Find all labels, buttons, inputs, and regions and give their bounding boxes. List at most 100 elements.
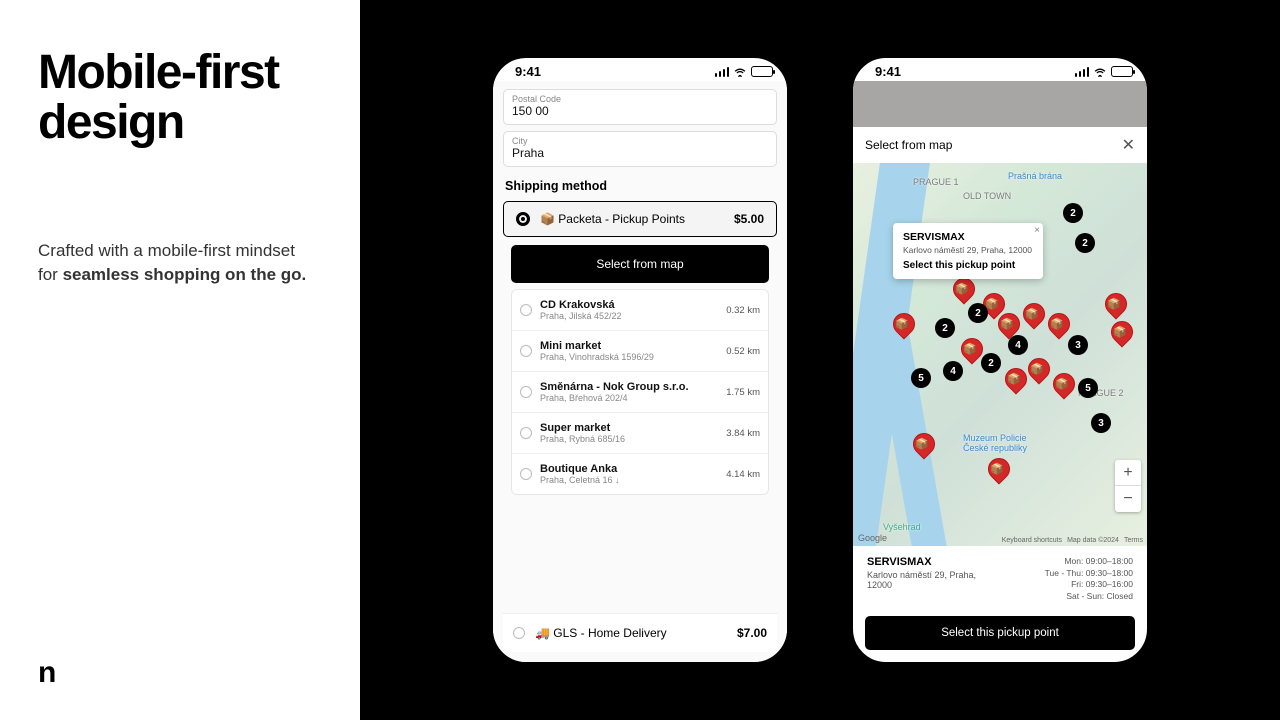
popup-title: SERVISMAX: [903, 231, 1033, 243]
map-cluster[interactable]: 2: [968, 303, 988, 323]
pickup-name: Boutique Anka: [540, 463, 718, 475]
selected-addr: Karlovo náměstí 29, Praha, 12000: [867, 570, 997, 590]
selected-name: SERVISMAX: [867, 556, 997, 568]
pickup-dist: 1.75 km: [726, 387, 760, 398]
wifi-icon: [1093, 67, 1107, 77]
radio-selected-icon: [516, 212, 530, 226]
city-value: Praha: [512, 146, 768, 160]
status-icons: [1075, 66, 1134, 77]
keyboard-shortcuts[interactable]: Keyboard shortcuts: [1002, 537, 1062, 544]
select-pickup-button[interactable]: Select this pickup point: [865, 616, 1135, 650]
map-modal-header: Select from map ✕: [853, 127, 1147, 163]
radio-empty-icon: [520, 345, 532, 357]
map-marker-icon[interactable]: [1018, 298, 1049, 329]
pickup-addr: Praha, Rybná 685/16: [540, 434, 718, 444]
status-bar: 9:41: [493, 58, 787, 81]
battery-icon: [1111, 66, 1133, 77]
map-cluster[interactable]: 4: [943, 361, 963, 381]
hours-row: Sat - Sun: Closed: [1045, 591, 1133, 602]
city-field[interactable]: City Praha: [503, 131, 777, 167]
pickup-item[interactable]: Super marketPraha, Rybná 685/16 3.84 km: [512, 413, 768, 454]
signal-icon: [1075, 67, 1090, 77]
map-label: Vyšehrad: [883, 522, 921, 532]
pickup-dist: 4.14 km: [726, 469, 760, 480]
pickup-name: Super market: [540, 422, 718, 434]
zoom-in-button[interactable]: +: [1115, 460, 1141, 486]
map-modal-title: Select from map: [865, 138, 952, 152]
map-label: Prašná brána: [1008, 171, 1062, 181]
map-cluster[interactable]: 5: [911, 368, 931, 388]
shipping-option-packeta[interactable]: 📦 Packeta - Pickup Points $5.00: [503, 201, 777, 237]
map-popup: × SERVISMAX Karlovo náměstí 29, Praha, 1…: [893, 223, 1043, 279]
map-label: PRAGUE 1: [913, 177, 959, 187]
pickup-addr: Praha, Jilská 452/22: [540, 311, 718, 321]
popup-addr: Karlovo náměstí 29, Praha, 12000: [903, 245, 1033, 255]
map-cluster[interactable]: 4: [1008, 335, 1028, 355]
right-panel: 9:41 Postal Code 150 00 City Praha Shipp…: [360, 0, 1280, 720]
shipping-method-title: Shipping method: [505, 179, 777, 193]
pickup-dist: 0.32 km: [726, 305, 760, 316]
city-label: City: [512, 136, 768, 146]
map-marker-icon[interactable]: [1100, 288, 1131, 319]
map-marker-icon[interactable]: [1023, 353, 1054, 384]
shipping-option-gls[interactable]: 🚚 GLS - Home Delivery $7.00: [503, 613, 777, 652]
map-cluster[interactable]: 5: [1078, 378, 1098, 398]
pickup-name: Mini market: [540, 340, 718, 352]
map-label: OLD TOWN: [963, 191, 1011, 201]
postal-code-field[interactable]: Postal Code 150 00: [503, 89, 777, 125]
opening-hours: Mon: 09:00–18:00 Tue - Thu: 09:30–18:00 …: [1045, 556, 1133, 602]
popup-select-link[interactable]: Select this pickup point: [903, 260, 1033, 271]
pickup-item[interactable]: Mini marketPraha, Vinohradská 1596/29 0.…: [512, 331, 768, 372]
map-cluster[interactable]: 2: [935, 318, 955, 338]
selected-pickup-info: SERVISMAX Karlovo náměstí 29, Praha, 120…: [853, 546, 1147, 612]
map-cluster[interactable]: 2: [981, 353, 1001, 373]
map-marker-icon[interactable]: [983, 453, 1014, 484]
packeta-price: $5.00: [734, 212, 764, 226]
gls-price: $7.00: [737, 626, 767, 640]
map-cluster[interactable]: 2: [1075, 233, 1095, 253]
map-marker-icon[interactable]: [1048, 368, 1079, 399]
desc-bold: seamless shopping on the go.: [63, 265, 307, 284]
postal-value: 150 00: [512, 104, 768, 118]
pickup-dist: 3.84 km: [726, 428, 760, 439]
map-marker-icon[interactable]: [1043, 308, 1074, 339]
map-data: Map data ©2024: [1067, 537, 1119, 544]
map-marker-icon[interactable]: [1106, 316, 1137, 347]
pickup-item[interactable]: Boutique AnkaPraha, Celetná 16 ↓ 4.14 km: [512, 454, 768, 494]
gls-label: 🚚 GLS - Home Delivery: [535, 626, 727, 640]
select-from-map-button[interactable]: Select from map: [511, 245, 769, 283]
wifi-icon: [733, 67, 747, 77]
status-icons: [715, 66, 774, 77]
map-cluster[interactable]: 3: [1091, 413, 1111, 433]
status-bar: 9:41: [853, 58, 1147, 81]
modal-backdrop: [853, 81, 1147, 127]
pickup-addr: Praha, Vinohradská 1596/29: [540, 352, 718, 362]
zoom-control: + −: [1115, 460, 1141, 512]
pickup-item[interactable]: Směnárna - Nok Group s.r.o.Praha, Břehov…: [512, 372, 768, 413]
hours-row: Tue - Thu: 09:30–18:00: [1045, 568, 1133, 579]
radio-empty-icon: [520, 386, 532, 398]
page-description: Crafted with a mobile-first mindset for …: [38, 239, 318, 288]
google-logo: Google: [858, 533, 887, 543]
hours-row: Fri: 09:30–16:00: [1045, 579, 1133, 590]
status-time: 9:41: [875, 64, 901, 79]
map-cluster[interactable]: 2: [1063, 203, 1083, 223]
pickup-name: CD Krakovská: [540, 299, 718, 311]
pickup-name: Směnárna - Nok Group s.r.o.: [540, 381, 718, 393]
left-panel: Mobile-first design Crafted with a mobil…: [0, 0, 360, 720]
hours-row: Mon: 09:00–18:00: [1045, 556, 1133, 567]
battery-icon: [751, 66, 773, 77]
pickup-item[interactable]: CD KrakovskáPraha, Jilská 452/22 0.32 km: [512, 290, 768, 331]
signal-icon: [715, 67, 730, 77]
close-icon[interactable]: ✕: [1122, 135, 1135, 155]
popup-close-icon[interactable]: ×: [1034, 225, 1040, 236]
map-terms[interactable]: Terms: [1124, 537, 1143, 544]
brand-logo-icon: n: [38, 656, 322, 690]
postal-label: Postal Code: [512, 94, 768, 104]
map-cluster[interactable]: 3: [1068, 335, 1088, 355]
pickup-addr: Praha, Břehová 202/4: [540, 393, 718, 403]
radio-empty-icon: [520, 468, 532, 480]
map-canvas[interactable]: PRAGUE 1 OLD TOWN Prašná brána Muzeum Po…: [853, 163, 1147, 546]
packeta-label: 📦 Packeta - Pickup Points: [540, 212, 724, 226]
zoom-out-button[interactable]: −: [1115, 486, 1141, 512]
